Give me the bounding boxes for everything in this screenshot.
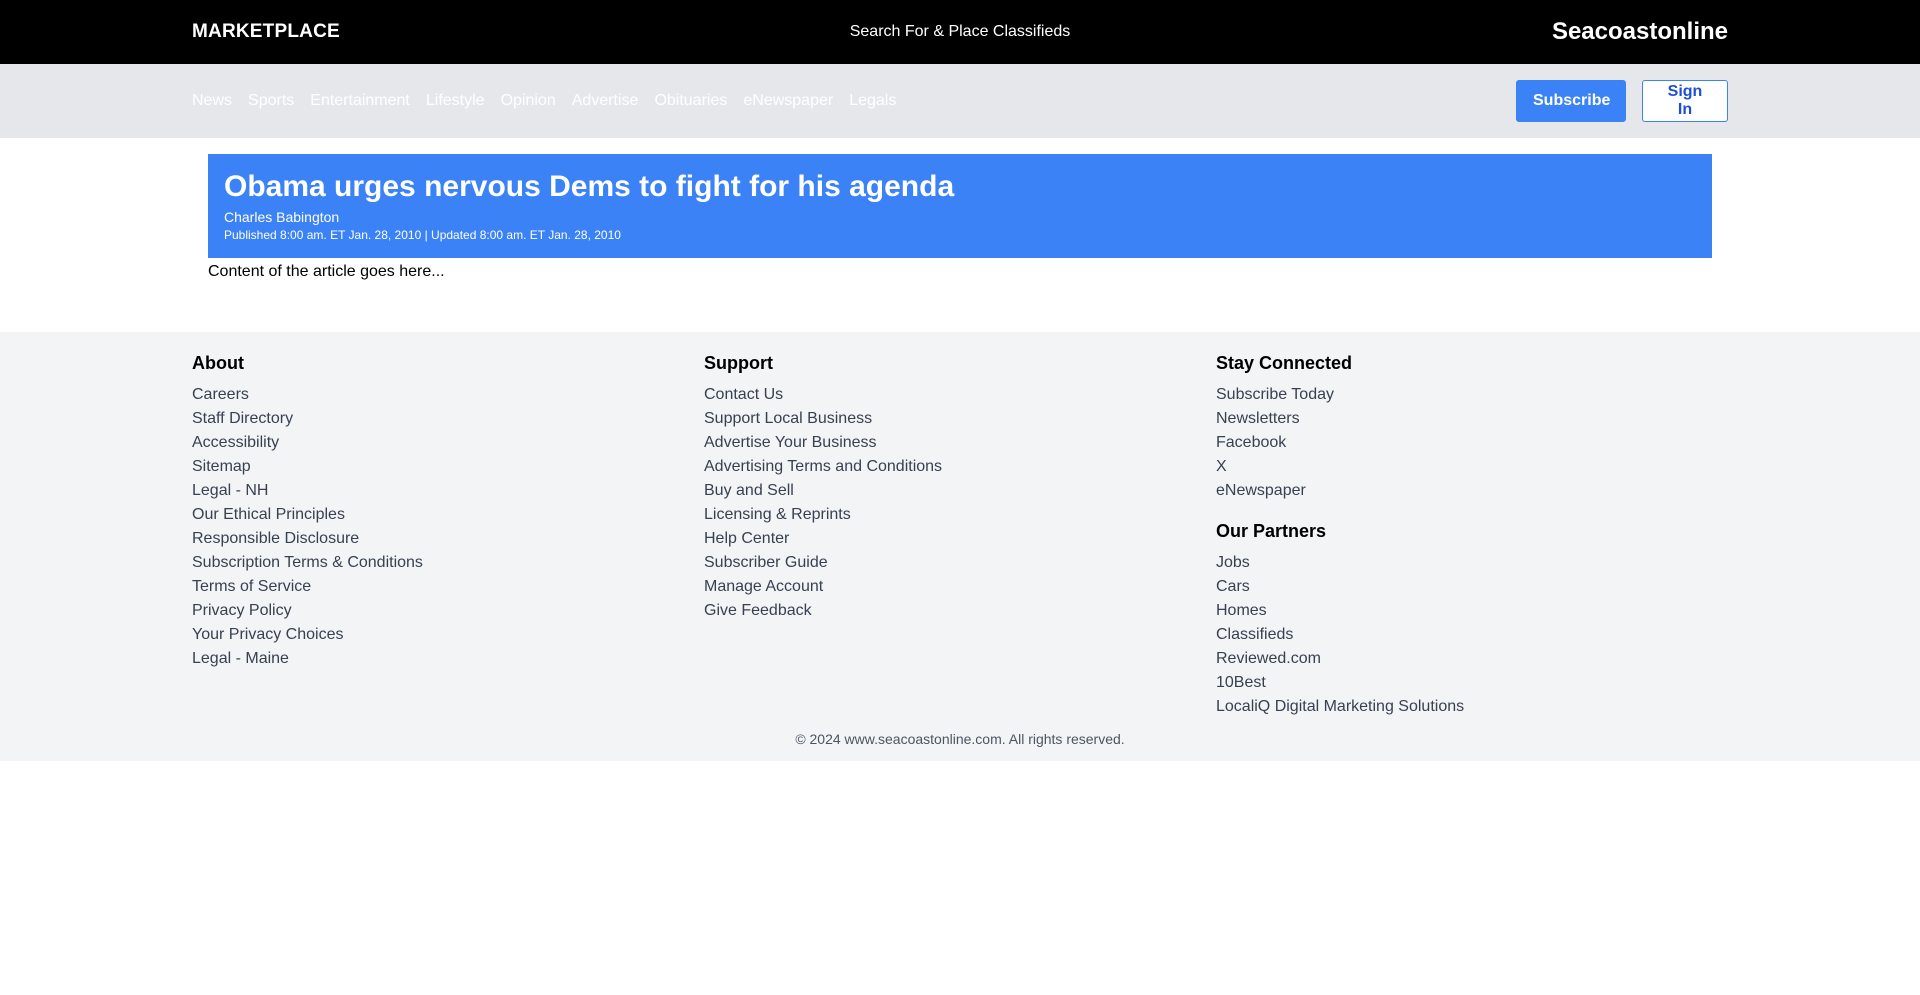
footer-link-sitemap[interactable]: Sitemap [192, 455, 704, 479]
nav-lifestyle[interactable]: Lifestyle [426, 92, 485, 110]
footer-link-contact-us[interactable]: Contact Us [704, 383, 1216, 407]
footer-link-enewspaper[interactable]: eNewspaper [1216, 479, 1728, 503]
footer-link-responsible-disclosure[interactable]: Responsible Disclosure [192, 527, 704, 551]
footer-link-privacy-policy[interactable]: Privacy Policy [192, 599, 704, 623]
footer-support-heading: Support [704, 353, 773, 373]
footer-link-give-feedback[interactable]: Give Feedback [704, 599, 1216, 623]
footer-partners: Jobs Cars Homes Classifieds Reviewed.com… [1216, 551, 1728, 719]
nav-legals[interactable]: Legals [849, 92, 896, 110]
footer-stay-connected-heading: Stay Connected [1216, 353, 1353, 373]
footer-link-advertising-terms[interactable]: Advertising Terms and Conditions [704, 455, 1216, 479]
nav-sports[interactable]: Sports [248, 92, 294, 110]
footer-link-licensing-reprints[interactable]: Licensing & Reprints [704, 503, 1216, 527]
footer-link-advertise-your-business[interactable]: Advertise Your Business [704, 431, 1216, 455]
site-footer: About Careers Staff Directory Accessibil… [0, 332, 1920, 761]
main-nav: News Sports Entertainment Lifestyle Opin… [0, 64, 1920, 138]
footer-link-classifieds[interactable]: Classifieds [1216, 623, 1728, 647]
nav-enewspaper[interactable]: eNewspaper [743, 92, 833, 110]
nav-advertise[interactable]: Advertise [572, 92, 639, 110]
footer-link-help-center[interactable]: Help Center [704, 527, 1216, 551]
subscribe-button[interactable]: Subscribe [1516, 80, 1626, 122]
article-header: Obama urges nervous Dems to fight for hi… [208, 154, 1712, 258]
footer-support: Support Contact Us Support Local Busines… [704, 352, 1216, 719]
footer-link-legal-nh[interactable]: Legal - NH [192, 479, 704, 503]
footer-link-accessibility[interactable]: Accessibility [192, 431, 704, 455]
footer-link-subscribe-today[interactable]: Subscribe Today [1216, 383, 1728, 407]
footer-link-staff-directory[interactable]: Staff Directory [192, 407, 704, 431]
site-logo[interactable]: Seacoastonline [1552, 18, 1728, 46]
nav-obituaries[interactable]: Obituaries [654, 92, 727, 110]
footer-stay-connected: Stay Connected Subscribe Today Newslette… [1216, 352, 1728, 719]
footer-link-privacy-choices[interactable]: Your Privacy Choices [192, 623, 704, 647]
footer-link-careers[interactable]: Careers [192, 383, 704, 407]
nav-actions: Subscribe Sign In [1516, 80, 1728, 122]
nav-news[interactable]: News [192, 92, 232, 110]
article-dateline: Published 8:00 am. ET Jan. 28, 2010 | Up… [224, 228, 621, 242]
footer-link-x[interactable]: X [1216, 455, 1728, 479]
footer-link-buy-and-sell[interactable]: Buy and Sell [704, 479, 1216, 503]
footer-link-cars[interactable]: Cars [1216, 575, 1728, 599]
footer-link-subscriber-guide[interactable]: Subscriber Guide [704, 551, 1216, 575]
nav-entertainment[interactable]: Entertainment [310, 92, 410, 110]
footer-partners-heading: Our Partners [1216, 521, 1327, 541]
copyright: © 2024 www.seacoastonline.com. All right… [795, 731, 1125, 747]
footer-link-ethical-principles[interactable]: Our Ethical Principles [192, 503, 704, 527]
marketplace-link[interactable]: MARKETPLACE [192, 21, 340, 43]
footer-link-support-local-business[interactable]: Support Local Business [704, 407, 1216, 431]
footer-link-legal-maine[interactable]: Legal - Maine [192, 647, 704, 671]
footer-link-jobs[interactable]: Jobs [1216, 551, 1728, 575]
nav-opinion[interactable]: Opinion [501, 92, 556, 110]
footer-link-manage-account[interactable]: Manage Account [704, 575, 1216, 599]
footer-link-newsletters[interactable]: Newsletters [1216, 407, 1728, 431]
article-author: Charles Babington [224, 209, 340, 225]
footer-link-terms-of-service[interactable]: Terms of Service [192, 575, 704, 599]
footer-link-facebook[interactable]: Facebook [1216, 431, 1728, 455]
footer-link-10best[interactable]: 10Best [1216, 671, 1728, 695]
article: Obama urges nervous Dems to fight for hi… [192, 138, 1728, 282]
footer-about-heading: About [192, 353, 244, 373]
footer-link-homes[interactable]: Homes [1216, 599, 1728, 623]
footer-about: About Careers Staff Directory Accessibil… [192, 352, 704, 719]
classifieds-link[interactable]: Search For & Place Classifieds [850, 23, 1071, 41]
footer-link-reviewed[interactable]: Reviewed.com [1216, 647, 1728, 671]
sign-in-button[interactable]: Sign In [1642, 80, 1728, 122]
top-bar: MARKETPLACE Search For & Place Classifie… [0, 0, 1920, 64]
nav-links: News Sports Entertainment Lifestyle Opin… [192, 92, 896, 110]
footer-link-localiq[interactable]: LocaliQ Digital Marketing Solutions [1216, 695, 1728, 719]
article-body: Content of the article goes here... [208, 263, 445, 280]
footer-link-subscription-terms[interactable]: Subscription Terms & Conditions [192, 551, 704, 575]
article-title: Obama urges nervous Dems to fight for hi… [224, 170, 955, 203]
